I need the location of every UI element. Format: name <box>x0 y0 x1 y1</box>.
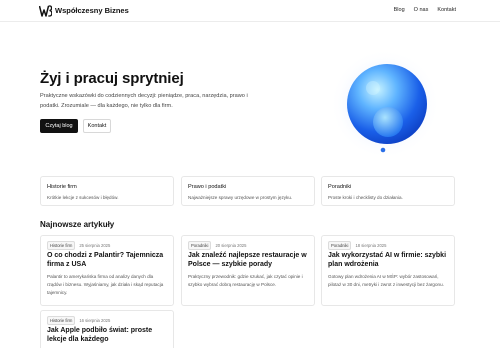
article-excerpt: Praktyczny przewodnik: gdzie szukać, jak… <box>188 274 303 287</box>
hero-title: Żyj i pracuj sprytniej <box>40 70 184 87</box>
article-meta: Poradniki 20 sierpnia 2025 <box>188 241 246 250</box>
contact-button[interactable]: Kontakt <box>83 119 111 133</box>
main-nav: Blog O nas Kontakt <box>394 7 456 13</box>
article-meta: Poradniki 18 sierpnia 2025 <box>328 241 386 250</box>
wb-logo-icon[interactable] <box>39 5 52 17</box>
article-excerpt: Gotowy plan wdrożenia AI w MŚP: wybór za… <box>328 274 444 287</box>
article-title[interactable]: Jak wykorzystać AI w firmie: szybki plan… <box>328 251 450 269</box>
category-title: Poradniki <box>328 184 352 190</box>
article-card[interactable]: Historie firm 16 sierpnia 2025 Jak Apple… <box>40 310 174 348</box>
article-tag[interactable]: Historie firm <box>47 241 76 250</box>
category-card-law-taxes[interactable]: Prawo i podatki Najważniejsze sprawy urz… <box>181 176 315 206</box>
article-card[interactable]: Poradniki 18 sierpnia 2025 Jak wykorzyst… <box>321 235 455 306</box>
article-tag[interactable]: Poradniki <box>328 241 352 250</box>
hero-description: Praktyczne wskazówki do codziennych decy… <box>40 93 248 109</box>
article-title[interactable]: Jak znaleźć najlepsze restauracje w Pols… <box>188 251 310 269</box>
article-excerpt: Palantir to amerykańska firma od analizy… <box>47 274 164 295</box>
article-meta: Historie firm 25 sierpnia 2025 <box>47 241 110 250</box>
nav-contact-link[interactable]: Kontakt <box>437 7 456 13</box>
latest-articles-heading: Najnowsze artykuły <box>40 220 115 229</box>
article-tag[interactable]: Historie firm <box>47 316 76 325</box>
article-meta: Historie firm 16 sierpnia 2025 <box>47 316 110 325</box>
category-title: Historie firm <box>47 184 77 190</box>
category-description: Proste kroki i checklisty do działania. <box>328 195 403 200</box>
article-date: 16 sierpnia 2025 <box>79 318 111 323</box>
article-date: 18 sierpnia 2025 <box>355 243 387 248</box>
category-card-guides[interactable]: Poradniki Proste kroki i checklisty do d… <box>321 176 455 206</box>
article-card[interactable]: Poradniki 20 sierpnia 2025 Jak znaleźć n… <box>181 235 315 306</box>
article-date: 20 sierpnia 2025 <box>215 243 247 248</box>
category-description: Krótkie lekcje z sukcesów i błędów. <box>47 195 119 200</box>
article-card[interactable]: Historie firm 25 sierpnia 2025 O co chod… <box>40 235 174 306</box>
hero-orb-illustration <box>325 49 440 162</box>
brand-name[interactable]: Współczesny Biznes <box>55 6 129 15</box>
article-title[interactable]: Jak Apple podbiło świat: proste lekcje d… <box>47 326 169 344</box>
site-header: Współczesny Biznes Blog O nas Kontakt <box>0 0 500 22</box>
category-description: Najważniejsze sprawy urzędowe w prostym … <box>188 195 293 200</box>
article-title[interactable]: O co chodzi z Palantir? Tajemnicza firma… <box>47 251 169 269</box>
category-title: Prawo i podatki <box>188 184 227 190</box>
nav-about-link[interactable]: O nas <box>414 7 429 13</box>
category-card-company-stories[interactable]: Historie firm Krótkie lekcje z sukcesów … <box>40 176 174 206</box>
article-date: 25 sierpnia 2025 <box>79 243 111 248</box>
nav-blog-link[interactable]: Blog <box>394 7 405 13</box>
article-tag[interactable]: Poradniki <box>188 241 212 250</box>
read-blog-button[interactable]: Czytaj blog <box>40 119 78 133</box>
